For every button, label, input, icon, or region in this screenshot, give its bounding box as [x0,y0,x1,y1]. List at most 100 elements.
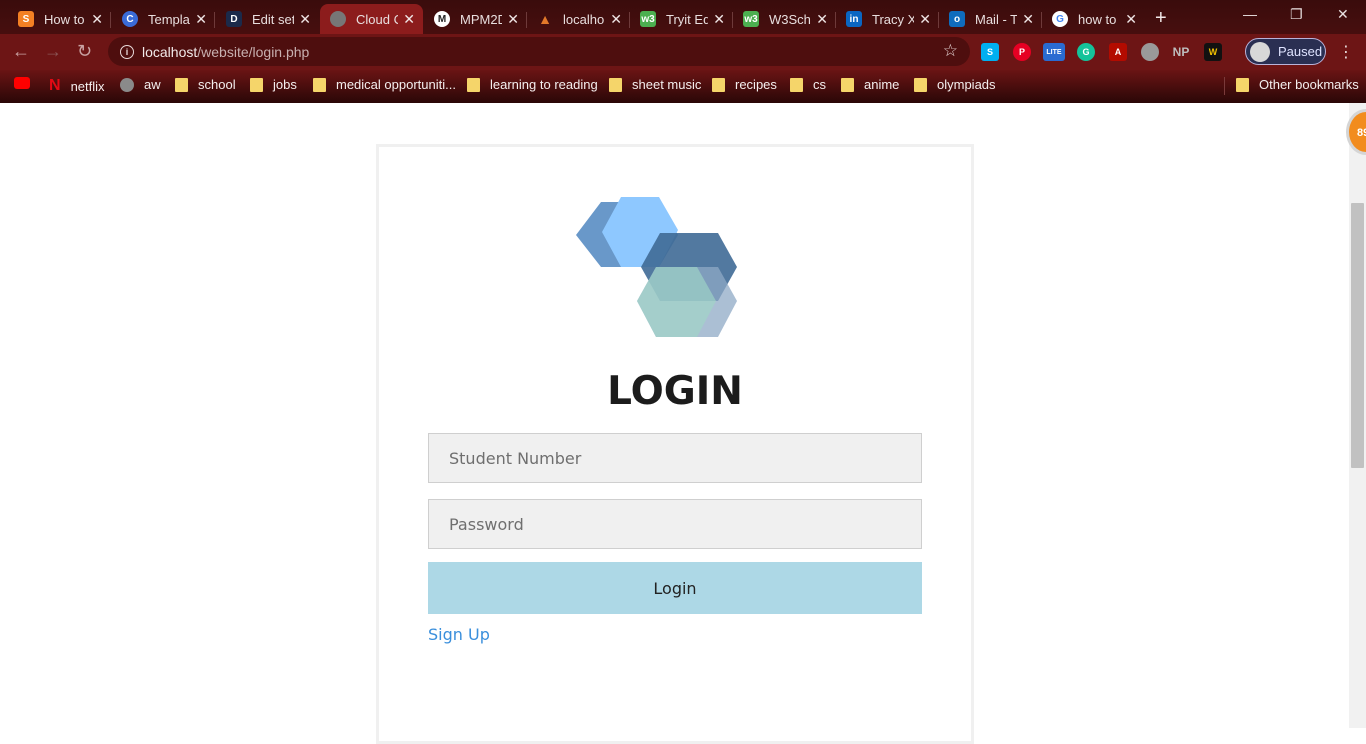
close-tab-icon[interactable]: ✕ [816,11,828,28]
folder-icon [467,77,480,92]
bookmark-label: learning to reading [490,77,598,92]
w-icon[interactable]: W [1204,43,1222,61]
password-field[interactable] [428,499,922,549]
bookmark-label: olympiads [937,77,996,92]
tab-7[interactable]: w3 W3Schoo ✕ [733,4,836,34]
tab-title: Tryit Ed [666,11,708,27]
forward-button[interactable]: → [44,41,62,62]
login-card: LOGIN Login Sign Up [376,144,974,744]
bookmark-label: aw [144,77,161,92]
close-window-button[interactable]: ✕ [1337,6,1349,23]
new-tab-button[interactable]: + [1155,7,1167,30]
folder-icon [250,77,263,92]
tab-8[interactable]: in Tracy X ✕ [836,4,939,34]
page-viewport: LOGIN Login Sign Up 89 [0,103,1366,744]
login-button[interactable]: Login [428,562,922,614]
close-tab-icon[interactable]: ✕ [91,11,103,28]
close-tab-icon[interactable]: ✕ [1125,11,1137,28]
bookmark-youtube[interactable] [14,77,30,89]
bookmark-label: Other bookmarks [1259,77,1359,92]
address-bar[interactable]: i localhost/website/login.php ☆ [108,37,970,66]
folder-icon [1236,77,1249,92]
bookmark-folder-cs[interactable]: cs [790,77,826,92]
bookmark-label: medical opportuniti... [336,77,456,92]
bookmark-star-icon[interactable]: ☆ [943,41,958,61]
w3schools-icon: w3 [743,11,759,27]
discord-icon[interactable] [1141,43,1159,61]
lite-icon[interactable]: LITE [1043,43,1065,61]
signup-link[interactable]: Sign Up [428,625,490,644]
close-tab-icon[interactable]: ✕ [403,11,415,28]
folder-icon [790,77,803,92]
np-icon[interactable]: NP [1172,43,1190,61]
bookmark-folder-olympiads[interactable]: olympiads [914,77,996,92]
close-tab-icon[interactable]: ✕ [713,11,725,28]
bookmark-label: recipes [735,77,777,92]
bookmark-folder-sheet-music[interactable]: sheet music [609,77,701,92]
bookmark-folder-learning[interactable]: learning to reading [467,77,598,92]
globe-icon [120,77,134,92]
tab-strip: S How to ✕ C Templa ✕ D Edit set ✕ Cloud… [0,0,1366,34]
reload-button[interactable]: ↻ [77,41,92,62]
tab-6[interactable]: w3 Tryit Ed ✕ [630,4,733,34]
page-title: LOGIN [607,369,743,414]
tab-title: Tracy X [872,11,914,27]
folder-icon [914,77,927,92]
tab-title: Edit set [252,11,294,27]
url-host: localhost [142,43,198,60]
student-number-field[interactable] [428,433,922,483]
bookmark-label: jobs [273,77,297,92]
folder-icon [175,77,188,92]
tab-title: How to [44,11,85,27]
tab-title: MPM2D [460,11,502,27]
tab-title: Mail - T [975,11,1017,27]
scrollbar-thumb[interactable] [1351,203,1364,468]
tab-9[interactable]: o Mail - T ✕ [939,4,1042,34]
profile-button[interactable]: Paused [1245,38,1326,65]
site-info-icon[interactable]: i [120,44,134,59]
back-button[interactable]: ← [12,41,30,62]
tab-0[interactable]: S How to ✕ [8,4,111,34]
browser-toolbar: ← → ↻ i localhost/website/login.php ☆ S … [0,34,1366,70]
close-tab-icon[interactable]: ✕ [299,11,311,28]
minimize-button[interactable]: — [1243,6,1257,22]
close-tab-icon[interactable]: ✕ [507,11,519,28]
bookmark-folder-jobs[interactable]: jobs [250,77,297,92]
bookmark-netflix[interactable]: N netflix [49,77,105,95]
bookmark-folder-recipes[interactable]: recipes [712,77,777,92]
other-bookmarks[interactable]: Other bookmarks [1236,77,1359,92]
close-tab-icon[interactable]: ✕ [195,11,207,28]
tab-4[interactable]: M MPM2D ✕ [424,4,527,34]
tab-2[interactable]: D Edit set ✕ [216,4,319,34]
browser-menu-icon[interactable]: ⋮ [1338,42,1354,62]
tab-3-active[interactable]: Cloud C ✕ [320,4,423,34]
google-icon: G [1052,11,1068,27]
youtube-icon [14,77,30,89]
close-tab-icon[interactable]: ✕ [1022,11,1034,28]
restore-button[interactable]: ❐ [1290,6,1303,23]
skype-icon[interactable]: S [981,43,999,61]
pinterest-icon[interactable]: P [1013,43,1031,61]
tab-title: Cloud C [356,11,398,27]
folder-icon [609,77,622,92]
linkedin-icon: in [846,11,862,27]
tab-1[interactable]: C Templa ✕ [112,4,215,34]
browser-chrome: S How to ✕ C Templa ✕ D Edit set ✕ Cloud… [0,0,1366,103]
grammarly-icon[interactable]: G [1077,43,1095,61]
close-tab-icon[interactable]: ✕ [919,11,931,28]
bookmark-folder-medical[interactable]: medical opportuniti... [313,77,456,92]
outlook-icon: o [949,11,965,27]
close-tab-icon[interactable]: ✕ [610,11,622,28]
bookmarks-bar: N netflix aw school jobs medical opportu… [0,70,1366,103]
tab-title: W3Schoo [769,11,811,27]
folder-icon [712,77,725,92]
bookmark-folder-school[interactable]: school [175,77,236,92]
bookmark-folder-anime[interactable]: anime [841,77,899,92]
tab-5[interactable]: ▲ localho ✕ [527,4,630,34]
bookmark-aw[interactable]: aw [120,77,161,92]
folder-icon [841,77,854,92]
xampp-icon: ▲ [538,11,552,27]
m-circle-icon: M [434,11,450,27]
pdf-icon[interactable]: A [1109,43,1127,61]
tab-10[interactable]: G how to ✕ [1042,4,1145,34]
